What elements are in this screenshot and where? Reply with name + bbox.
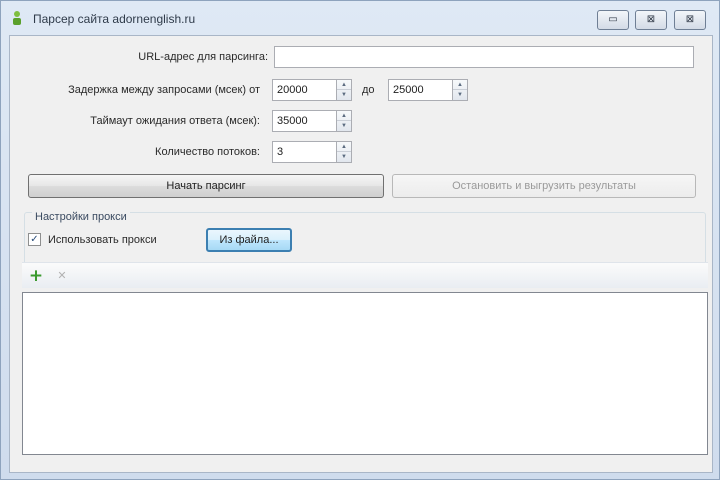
use-proxy-checkbox[interactable]: ✓ [28, 233, 41, 246]
delay-to-input[interactable]: 25000 [388, 79, 454, 101]
threads-label: Количество потоков: [155, 146, 260, 158]
spin-down-icon[interactable]: ▼ [337, 152, 351, 162]
threads-input[interactable]: 3 [272, 141, 338, 163]
spin-up-icon[interactable]: ▲ [337, 111, 351, 121]
delay-to-spinner[interactable]: ▲ ▼ [452, 79, 468, 101]
threads-spinner[interactable]: ▲ ▼ [336, 141, 352, 163]
proxy-settings-title: Настройки прокси [32, 211, 130, 223]
minimize-button[interactable]: ▭ [597, 10, 629, 30]
delay-from-spinner[interactable]: ▲ ▼ [336, 79, 352, 101]
load-from-file-button[interactable]: Из файла... [206, 228, 292, 252]
delay-label: Задержка между запросами (мсек) от [68, 84, 260, 96]
spin-up-icon[interactable]: ▲ [337, 80, 351, 90]
maximize-button[interactable]: ⊠ [635, 10, 667, 30]
delay-from-input[interactable]: 20000 [272, 79, 338, 101]
proxy-list[interactable] [22, 292, 708, 455]
url-label: URL-адрес для парсинга: [138, 51, 268, 63]
use-proxy-label[interactable]: Использовать прокси [48, 234, 157, 246]
url-input[interactable] [274, 46, 694, 68]
remove-icon[interactable]: ✕ [54, 268, 70, 284]
start-parsing-button[interactable]: Начать парсинг [28, 174, 384, 198]
client-area: URL-адрес для парсинга: Задержка между з… [9, 35, 713, 473]
close-button[interactable]: ⊠ [674, 10, 706, 30]
spin-down-icon[interactable]: ▼ [337, 90, 351, 100]
stop-and-export-button[interactable]: Остановить и выгрузить результаты [392, 174, 696, 198]
spin-up-icon[interactable]: ▲ [337, 142, 351, 152]
delay-to-label: до [362, 84, 375, 96]
add-icon[interactable]: + [28, 268, 44, 285]
title-bar[interactable]: Парсер сайта adornenglish.ru ▭ ⊠ ⊠ [1, 1, 719, 35]
timeout-input[interactable]: 35000 [272, 110, 338, 132]
spin-down-icon[interactable]: ▼ [337, 121, 351, 131]
spin-up-icon[interactable]: ▲ [453, 80, 467, 90]
timeout-label: Таймаут ожидания ответа (мсек): [90, 115, 260, 127]
timeout-spinner[interactable]: ▲ ▼ [336, 110, 352, 132]
main-window: Парсер сайта adornenglish.ru ▭ ⊠ ⊠ URL-а… [0, 0, 720, 480]
spin-down-icon[interactable]: ▼ [453, 90, 467, 100]
app-icon [13, 11, 21, 25]
window-title: Парсер сайта adornenglish.ru [33, 12, 196, 26]
proxy-toolbar: + ✕ [22, 262, 708, 288]
